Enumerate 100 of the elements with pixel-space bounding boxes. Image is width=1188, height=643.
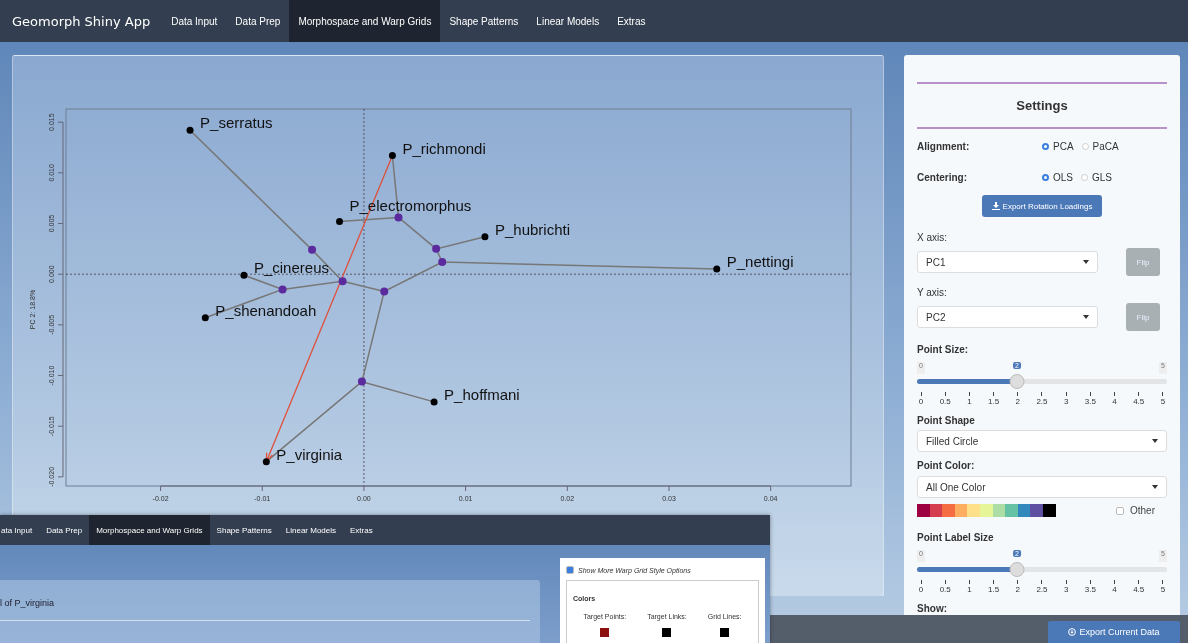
node-point bbox=[380, 287, 389, 296]
caret-icon bbox=[1152, 439, 1158, 443]
specimen-point bbox=[481, 233, 489, 241]
caret-icon bbox=[1083, 260, 1089, 264]
point-label: P_richmondi bbox=[402, 139, 486, 157]
slider-tick-label: 2.5 bbox=[1036, 585, 1048, 595]
radio-icon[interactable] bbox=[1081, 142, 1089, 150]
nav-tab[interactable]: Morphospace and Warp Grids bbox=[89, 515, 210, 545]
slider-tick-label: 3 bbox=[1063, 397, 1069, 407]
point-label: P_nettingi bbox=[726, 253, 794, 271]
nav-tab[interactable]: Data Input bbox=[162, 0, 227, 42]
checkbox-icon[interactable] bbox=[1116, 506, 1124, 515]
axis-label: X axis: bbox=[917, 232, 947, 243]
slider-tick-label: 3 bbox=[1063, 585, 1069, 595]
slider-tick-label: 4.5 bbox=[1133, 397, 1145, 407]
slider-tick-label: 4.5 bbox=[1133, 585, 1145, 595]
node-point bbox=[308, 245, 317, 254]
specimen-point bbox=[201, 314, 209, 322]
radio-group-label: Centering: bbox=[917, 171, 968, 183]
radio-option[interactable]: PCA bbox=[1042, 140, 1074, 152]
node-point bbox=[338, 277, 347, 286]
slider-tick-label: 1 bbox=[967, 585, 972, 595]
point-color-label: Point Color: bbox=[917, 460, 976, 471]
nav-tab[interactable]: Linear Models bbox=[527, 0, 609, 42]
checkbox-icon[interactable] bbox=[566, 566, 574, 574]
nav-tab[interactable]: Linear Models bbox=[278, 515, 343, 545]
node-point bbox=[278, 285, 287, 294]
nav-tab[interactable]: ata Input bbox=[0, 515, 40, 545]
specimen-point bbox=[430, 398, 438, 406]
point-label: P_hoffmani bbox=[444, 385, 520, 403]
radio-icon[interactable] bbox=[1042, 142, 1049, 150]
nav-tab[interactable]: Shape Patterns bbox=[209, 515, 279, 545]
slider-label: Point Label Size bbox=[917, 532, 994, 543]
node-point bbox=[357, 377, 366, 386]
radio-icon[interactable] bbox=[1081, 173, 1088, 181]
point-label: P_cinereus bbox=[253, 259, 329, 277]
other-checkbox[interactable]: Other bbox=[1116, 505, 1155, 516]
slider-thumb[interactable] bbox=[1009, 374, 1025, 389]
export-rotation-loadings-button[interactable]: Export Rotation Loadings bbox=[981, 195, 1103, 217]
axis-select[interactable]: PC1 bbox=[917, 251, 1098, 273]
slider-tick-label: 2 bbox=[1015, 397, 1020, 407]
show-label: Show: bbox=[917, 603, 948, 614]
color-swatch[interactable] bbox=[662, 628, 672, 637]
specimen-point bbox=[186, 126, 194, 134]
specimen-point bbox=[240, 271, 248, 279]
caret-icon bbox=[1152, 485, 1158, 489]
app-title: Geomorph Shiny App bbox=[11, 12, 152, 31]
specimen-point bbox=[388, 152, 396, 160]
export-current-data-button[interactable]: Export Current Data bbox=[1048, 621, 1180, 643]
slider-tick-label: 3.5 bbox=[1084, 397, 1096, 407]
slider-tick-label: 1.5 bbox=[988, 397, 1000, 407]
slider-label: Point Size: bbox=[917, 344, 969, 355]
point-shape-select[interactable]: Filled Circle bbox=[917, 430, 1167, 452]
radio-option[interactable]: PaCA bbox=[1081, 140, 1119, 152]
axis-select[interactable]: PC2 bbox=[917, 306, 1098, 328]
slider-track[interactable] bbox=[917, 374, 1167, 389]
node-point bbox=[394, 213, 403, 222]
axis-label: Y axis: bbox=[917, 287, 947, 298]
slider-tick-label: 5 bbox=[1160, 585, 1166, 595]
slider-thumb[interactable] bbox=[1009, 562, 1025, 577]
slider-tick-label: 4 bbox=[1112, 585, 1117, 595]
circle-arrow-icon bbox=[1068, 628, 1077, 636]
slider-tick-label: 0.5 bbox=[939, 585, 951, 595]
slider-tick-label: 0 bbox=[918, 585, 924, 595]
radio-icon[interactable] bbox=[1042, 173, 1049, 181]
nav-tab[interactable]: Morphospace and Warp Grids bbox=[289, 0, 441, 42]
caret-icon bbox=[1083, 315, 1089, 319]
color-swatch[interactable] bbox=[720, 628, 730, 637]
radio-group-label: Alignment: bbox=[917, 140, 971, 152]
nav-tab[interactable]: Shape Patterns bbox=[440, 0, 528, 42]
radio-option[interactable]: OLS bbox=[1042, 171, 1073, 183]
radio-option[interactable]: GLS bbox=[1081, 171, 1113, 183]
slider-tick-label: 1.5 bbox=[988, 585, 1000, 595]
specimen-point bbox=[336, 218, 344, 225]
slider-tick-label: 5 bbox=[1160, 397, 1166, 407]
settings-title: Settings bbox=[1015, 98, 1069, 113]
download-icon bbox=[991, 202, 1000, 210]
point-label: P_hubrichti bbox=[494, 220, 570, 238]
specimen-point bbox=[713, 265, 721, 273]
node-point bbox=[438, 258, 447, 267]
slider-tick-label: 0.5 bbox=[939, 397, 951, 407]
nav-tab[interactable]: Extras bbox=[608, 0, 655, 42]
slider-tick-label: 4 bbox=[1112, 397, 1117, 407]
nav-tab[interactable]: Data Prep bbox=[39, 515, 90, 545]
slider-track[interactable] bbox=[917, 562, 1167, 577]
color-swatch[interactable] bbox=[600, 628, 610, 637]
point-color-select[interactable]: All One Color bbox=[917, 476, 1167, 498]
point-label: P_virginia bbox=[276, 445, 343, 463]
point-label: P_shenandoah bbox=[215, 301, 317, 319]
nav-tab[interactable]: Extras bbox=[343, 515, 380, 545]
node-point bbox=[432, 244, 441, 253]
nav-tab[interactable]: Data Prep bbox=[226, 0, 290, 42]
slider-tick-label: 0 bbox=[918, 397, 924, 407]
point-shape-label: Point Shape bbox=[917, 415, 976, 426]
color-palette[interactable] bbox=[917, 504, 1056, 517]
specimen-point bbox=[262, 458, 270, 466]
slider-tick-label: 1 bbox=[967, 397, 972, 407]
slider-tick-label: 3.5 bbox=[1084, 585, 1096, 595]
slider-tick-label: 2.5 bbox=[1036, 397, 1048, 407]
panel-text: l of P_virginia bbox=[0, 597, 56, 608]
